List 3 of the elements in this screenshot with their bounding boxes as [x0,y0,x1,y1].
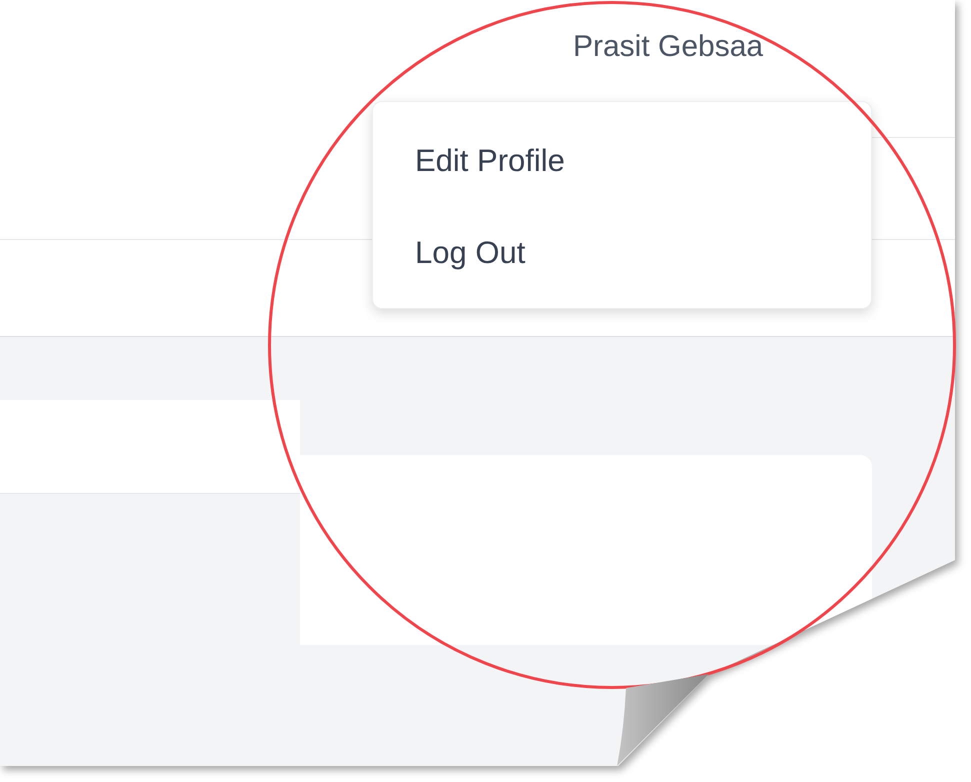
menu-item[interactable]: Log Out [415,230,526,276]
user-name[interactable]: Prasit Gebsaa [573,30,764,63]
menu-item[interactable]: Edit Profile [415,138,565,184]
